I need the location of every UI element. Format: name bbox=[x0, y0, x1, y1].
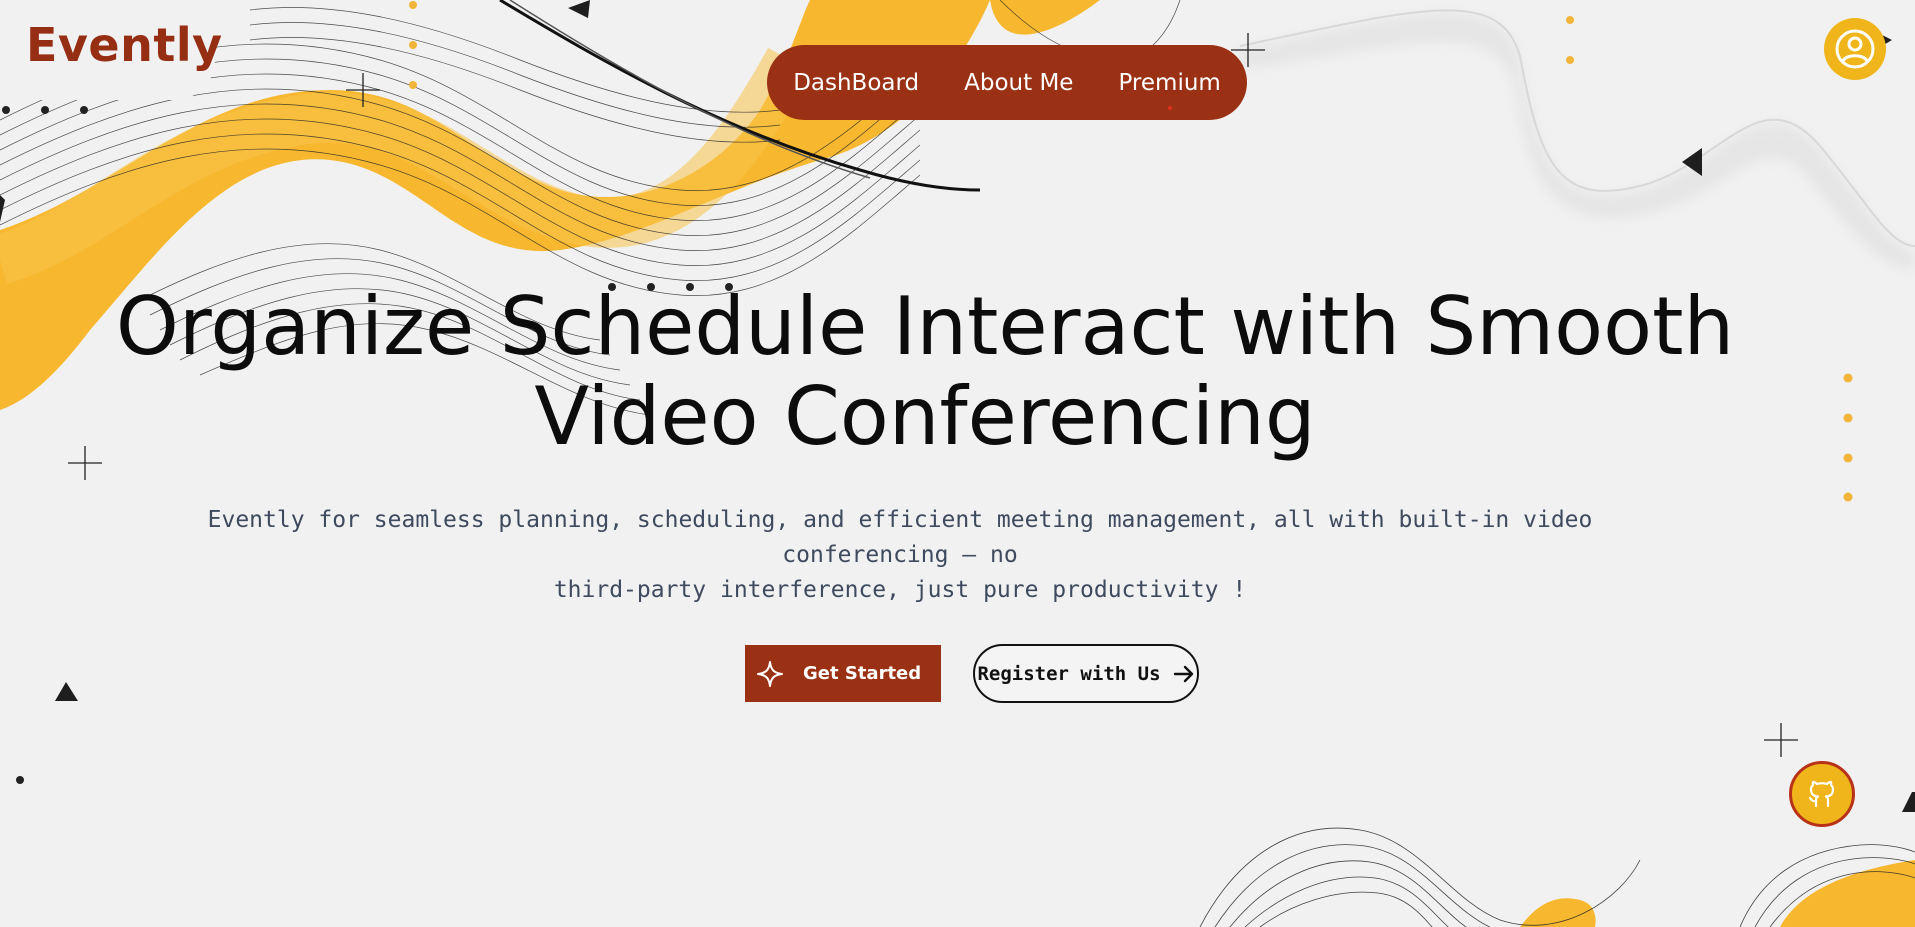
github-icon bbox=[1808, 780, 1835, 808]
hero-title: Organize Schedule Interact with Smooth V… bbox=[60, 282, 1790, 462]
nav-item-premium[interactable]: Premium bbox=[1118, 69, 1221, 110]
nav-item-dashboard[interactable]: DashBoard bbox=[793, 70, 919, 96]
arrow-right-icon bbox=[1173, 665, 1193, 682]
hero-subtitle: Evently for seamless planning, schedulin… bbox=[200, 503, 1600, 608]
landing-page: Evently DashBoard About Me Premium Organ… bbox=[0, 0, 1915, 927]
nav-item-premium-label: Premium bbox=[1118, 69, 1221, 96]
hero-title-line-1: Organize Schedule Interact with Smooth bbox=[115, 280, 1735, 373]
register-label: Register with Us bbox=[977, 662, 1161, 685]
get-started-button[interactable]: Get Started bbox=[745, 645, 941, 702]
profile-button[interactable] bbox=[1824, 18, 1886, 80]
active-indicator-dot bbox=[1167, 105, 1172, 110]
brand-logo[interactable]: Evently bbox=[26, 18, 223, 72]
hero-title-line-2: Video Conferencing bbox=[534, 370, 1316, 463]
user-circle-icon bbox=[1835, 29, 1875, 69]
logo-container: Evently bbox=[0, 0, 222, 100]
main-nav: DashBoard About Me Premium bbox=[767, 45, 1247, 120]
hero-subtitle-line-2: third-party interference, just pure prod… bbox=[553, 577, 1247, 603]
hero-subtitle-line-1: Evently for seamless planning, schedulin… bbox=[207, 507, 1593, 568]
get-started-label: Get Started bbox=[803, 663, 922, 684]
sparkle-icon bbox=[757, 660, 783, 687]
nav-item-about-me[interactable]: About Me bbox=[964, 70, 1073, 96]
background-wave-art bbox=[0, 0, 1915, 927]
github-button[interactable] bbox=[1789, 761, 1855, 827]
register-button[interactable]: Register with Us bbox=[973, 644, 1199, 703]
